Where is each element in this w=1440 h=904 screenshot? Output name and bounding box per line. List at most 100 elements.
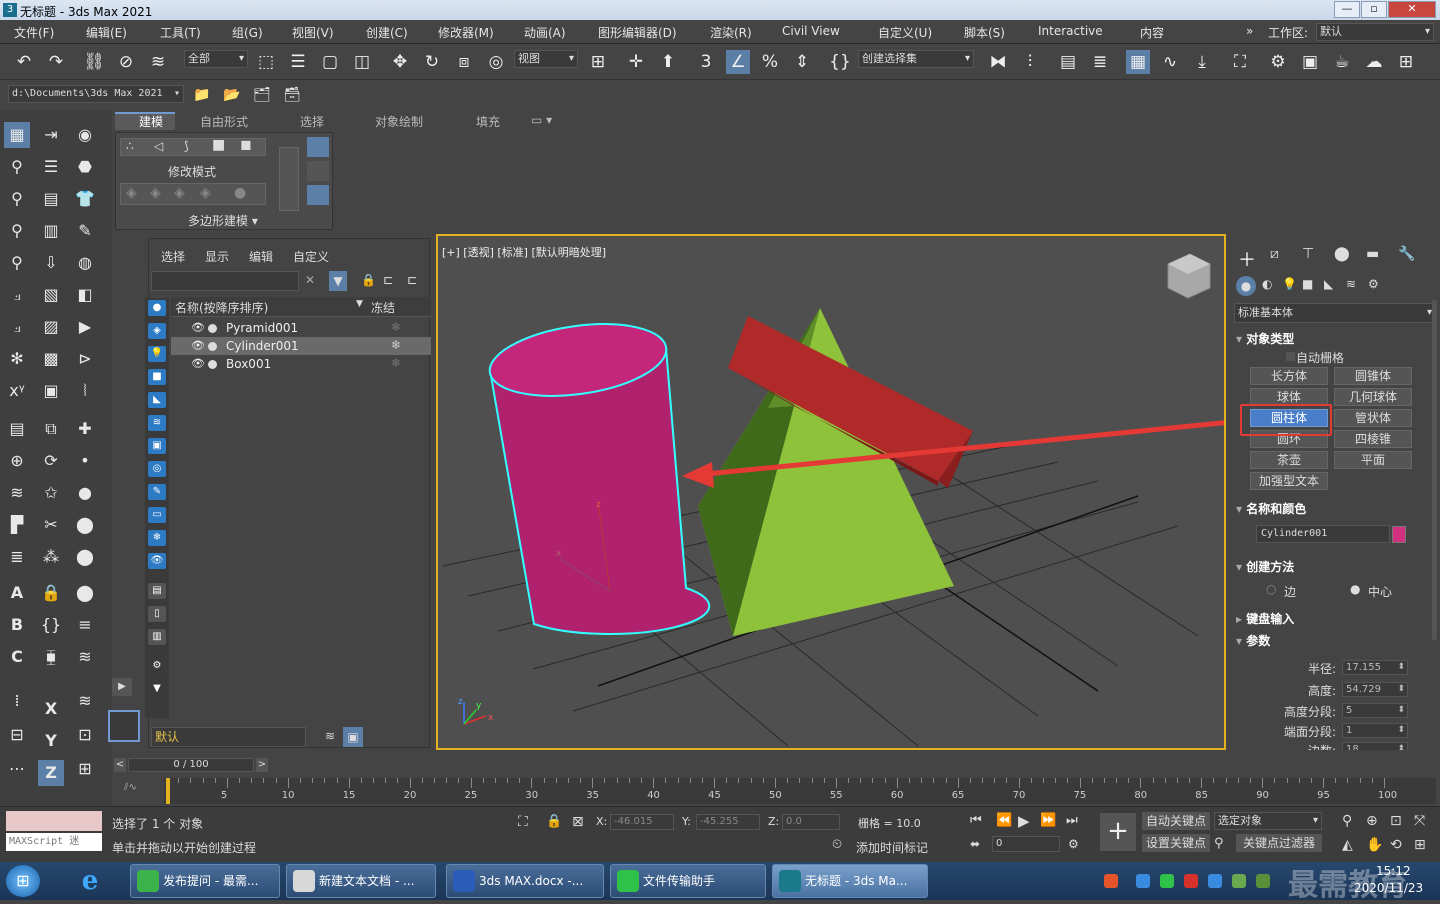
select-icon[interactable]: ▦ (4, 122, 30, 148)
tool-icon[interactable]: ⧉ (38, 416, 64, 442)
filter-options-icon[interactable]: ⚙ (148, 658, 166, 674)
project-folder-icon[interactable]: 📁 (190, 83, 214, 107)
absolute-mode-icon[interactable]: ⊠ (572, 814, 584, 830)
tool-icon[interactable]: ◍ (72, 250, 98, 276)
tool-icon[interactable]: ⟓ (4, 282, 30, 308)
taskbar-item[interactable]: 无标题 - 3ds Ma... (772, 864, 928, 898)
axis-z-icon[interactable]: Z (38, 760, 64, 786)
creation-method-rollout[interactable]: ▾ 创建方法 (1236, 558, 1432, 578)
taskbar-item[interactable]: 3ds MAX.docx -... (446, 864, 604, 898)
bind-spacewarp-icon[interactable]: ≋ (146, 50, 170, 74)
polygon-icon[interactable]: ■ (212, 137, 225, 153)
utilities-tab-icon[interactable]: 🔧 (1398, 246, 1415, 262)
tool-icon[interactable]: ≋ (4, 480, 30, 506)
hierarchy-tab-icon[interactable]: ⊤ (1302, 246, 1314, 262)
menu-rendering[interactable]: 渲染(R) (710, 24, 752, 41)
object-color-swatch[interactable] (1392, 526, 1406, 543)
freeze-icon[interactable]: ❄ (391, 356, 401, 370)
tube-button[interactable]: 管状体 (1334, 409, 1412, 427)
scene-explorer-icon[interactable]: ▤ (1056, 50, 1080, 74)
prev-key-icon[interactable]: ⏪ (996, 813, 1012, 828)
name-color-rollout[interactable]: ▾ 名称和颜色 (1236, 500, 1432, 520)
cameras-category-icon[interactable]: ■ (1302, 277, 1313, 291)
clear-search-icon[interactable]: ✕ (305, 273, 315, 287)
set-key-big-button[interactable]: + (1100, 813, 1136, 851)
edit-named-sets-icon[interactable]: {} (828, 50, 852, 74)
filter-xrefs-icon[interactable]: ◎ (148, 461, 166, 477)
tool-icon[interactable]: ✩ (38, 480, 64, 506)
mirror-icon[interactable]: ⧓ (986, 50, 1010, 74)
tool-icon[interactable]: ⊟ (4, 722, 30, 748)
tool-icon[interactable]: ⁞ (4, 688, 30, 714)
modifier-list-icon[interactable] (307, 161, 329, 181)
workspace-dropdown[interactable]: 默认 (1316, 23, 1434, 41)
box-button[interactable]: 长方体 (1250, 367, 1328, 385)
tool-icon[interactable]: ▥ (38, 218, 64, 244)
edge-radio[interactable]: ○ (1266, 582, 1276, 596)
pivot-icon[interactable]: ⊞ (586, 50, 610, 74)
menu-create[interactable]: 创建(C) (366, 24, 408, 41)
text-plus-button[interactable]: 加强型文本 (1250, 472, 1328, 490)
geometry-category-icon[interactable]: ● (1236, 276, 1256, 296)
teapot-button[interactable]: 茶壶 (1250, 451, 1328, 469)
tool-icon[interactable]: ⬤ (72, 544, 98, 570)
helpers-category-icon[interactable]: ◣ (1324, 277, 1333, 291)
time-ruler[interactable]: 5 10 15 20 25 30 35 40 45 50 55 60 65 70 75 80 85 90 95 100 (164, 778, 1436, 804)
keyboard-entry-rollout[interactable]: ▸ 键盘输入 (1236, 610, 1432, 630)
maxscript-input[interactable]: MAXScript 迷 (6, 833, 102, 851)
text-a-icon[interactable]: A (4, 580, 30, 606)
tool-icon[interactable]: ≋ (72, 688, 98, 714)
add-time-tag[interactable]: 添加时间标记 (856, 839, 928, 856)
cone-button[interactable]: 圆锥体 (1334, 367, 1412, 385)
render-icon[interactable]: ☕ (1330, 50, 1354, 74)
zoom-extents-icon[interactable]: ⊡ (1390, 813, 1402, 829)
tool-icon[interactable]: {} (38, 612, 64, 638)
x-coordinate-field[interactable]: -46.015 (610, 814, 674, 830)
loop-icon[interactable]: ◈ (200, 185, 211, 201)
prev-frame-button[interactable]: < (114, 758, 126, 772)
object-type-rollout[interactable]: ▾ 对象类型 (1236, 330, 1432, 350)
tab-object-paint[interactable]: 对象绘制 (375, 113, 423, 130)
time-config-icon[interactable]: ⚙ (1068, 837, 1079, 851)
sort-desc-icon[interactable]: ▼ (356, 299, 363, 309)
tool-icon[interactable]: ⬤ (72, 512, 98, 538)
dope-sheet-icon[interactable]: ⤓ (1190, 50, 1214, 74)
scene-column-header[interactable]: 名称(按降序排序) ▼ 冻结 (171, 297, 431, 317)
maxscript-listener[interactable] (6, 811, 102, 831)
scene-menu-display[interactable]: 显示 (205, 248, 229, 265)
time-tag-icon[interactable]: ⏲ (832, 837, 842, 852)
ribbon-options-dropdown[interactable]: ▭ ▾ (531, 113, 552, 127)
autogrid-checkbox[interactable] (1286, 352, 1295, 361)
tab-selection[interactable]: 选择 (300, 113, 324, 130)
select-object-icon[interactable]: ⬚ (254, 50, 278, 74)
height-segments-spinner[interactable]: 5 (1342, 703, 1408, 718)
visibility-eye-icon[interactable]: 👁 (191, 321, 205, 334)
tool-icon[interactable]: • (72, 448, 98, 474)
expand-arrow-icon[interactable]: ▶ (112, 678, 132, 696)
sides-spinner[interactable]: 18 (1342, 742, 1408, 750)
create-tab-icon[interactable]: ＋ (1238, 246, 1256, 272)
pan-icon[interactable]: ✋ (1366, 837, 1383, 853)
element-icon[interactable]: ◼ (240, 137, 252, 153)
close-button[interactable]: ✕ (1388, 1, 1436, 18)
y-coordinate-field[interactable]: -45.255 (696, 814, 760, 830)
filter-hidden-icon[interactable]: 👁 (148, 553, 166, 569)
tool-icon[interactable]: ▣ (38, 378, 64, 404)
named-selection-dropdown[interactable]: 创建选择集 (858, 50, 974, 68)
shrink-icon[interactable]: ◈ (126, 185, 137, 201)
tool-icon[interactable]: ≡ (72, 612, 98, 638)
time-slider[interactable]: 0 / 100 (128, 758, 254, 772)
tab-freeform[interactable]: 自由形式 (200, 113, 248, 130)
scene-search-input[interactable] (151, 271, 299, 291)
tool-icon[interactable]: ⊕ (4, 448, 30, 474)
selection-filter-dropdown[interactable]: 全部 (184, 50, 248, 68)
undo-icon[interactable]: ↶ (12, 50, 36, 74)
panel-scrollbar[interactable] (1432, 300, 1437, 640)
axis-x-icon[interactable]: X (38, 696, 64, 722)
tool-icon[interactable]: ✻ (4, 346, 30, 372)
funnel-icon[interactable]: ▼ (148, 681, 166, 697)
freeze-icon[interactable]: ❄ (391, 320, 401, 334)
freeze-icon[interactable]: ❄ (391, 338, 401, 352)
poly-modeling-label[interactable]: 多边形建模 ▾ (188, 212, 258, 229)
collapse-icon[interactable]: ● (234, 185, 246, 201)
